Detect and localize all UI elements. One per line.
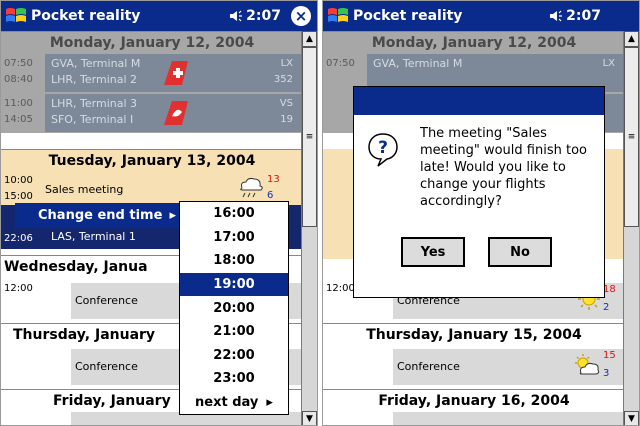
flight-dep-time: 07:50 [326, 58, 355, 69]
confirm-dialog: ? The meeting "Sales meeting" would fini… [353, 86, 605, 298]
day-header-monday: Monday, January 12, 2004 [323, 31, 625, 53]
flight-arr-time: 14:05 [4, 114, 33, 125]
event-end-time: 15:00 [4, 191, 33, 202]
flight-dep-time: 11:00 [4, 98, 33, 109]
flight-number: 352 [273, 74, 293, 85]
day-header-friday: Friday, January 16, 2004 [323, 389, 625, 411]
event-time: 12:00 [4, 283, 33, 294]
flight-from: GVA, Terminal M [373, 57, 463, 70]
scroll-thumb[interactable]: ≡ [302, 47, 317, 227]
scroll-down-button[interactable]: ▼ [302, 411, 317, 425]
cloud-rain-icon [240, 177, 263, 198]
flight-block: GVA, Terminal M LHR, Terminal 2 LX 352 [45, 54, 303, 92]
dialog-title-bar [354, 87, 604, 115]
submenu-item[interactable]: 18:00 [180, 249, 288, 273]
title-bar: Pocket reality 2:07 [323, 1, 639, 31]
flight-number: 19 [280, 114, 293, 125]
event-time: 12:00 [326, 283, 355, 294]
event-label: Sales meeting [45, 183, 124, 196]
speaker-icon [230, 10, 243, 22]
partly-cloudy-icon [575, 354, 600, 375]
day-header-monday: Monday, January 12, 2004 [1, 31, 303, 53]
no-button[interactable]: No [488, 237, 552, 267]
flight-to: LHR, Terminal 2 [51, 73, 138, 86]
yes-button[interactable]: Yes [401, 237, 465, 267]
event-block-partial [393, 412, 625, 425]
submenu-arrow-icon: ▸ [169, 208, 176, 223]
flight-airline: LX [602, 58, 615, 69]
submenu-item-next-day[interactable]: next day ▸ [180, 391, 288, 415]
close-button[interactable]: × [291, 6, 311, 26]
flight-to: SFO, Terminal I [51, 113, 134, 126]
scroll-down-button[interactable]: ▼ [624, 411, 639, 425]
submenu-item[interactable]: 23:00 [180, 367, 288, 391]
clock-time: 2:07 [566, 8, 601, 24]
clock-time: 2:07 [246, 8, 281, 24]
submenu-item[interactable]: 17:00 [180, 226, 288, 250]
scrollbar[interactable]: ▲ ≡ ▼ [301, 31, 317, 425]
submenu-item-selected[interactable]: 19:00 [180, 272, 288, 297]
swiss-tail-icon [164, 61, 188, 85]
temp-high: 13 [267, 174, 280, 185]
question-icon: ? [368, 133, 398, 167]
flight-airline: LX [280, 58, 293, 69]
scrollbar[interactable]: ▲ ≡ ▼ [623, 31, 639, 425]
svg-text:?: ? [378, 138, 388, 158]
right-screen: Pocket reality 2:07 Monday, January 12, … [322, 0, 640, 426]
temp-low: 6 [267, 190, 274, 201]
flight-row[interactable]: 07:50 08:40 GVA, Terminal M LHR, Termina… [1, 53, 303, 93]
flight-arr-time: 08:40 [4, 74, 33, 85]
flight-from: LHR, Terminal 3 [51, 97, 138, 110]
flight-arr-time: 22:06 [4, 233, 33, 244]
scroll-up-button[interactable]: ▲ [624, 31, 639, 47]
clock[interactable]: 2:07 [549, 8, 601, 24]
flight-from: GVA, Terminal M [51, 57, 141, 70]
submenu-item[interactable]: 22:00 [180, 344, 288, 368]
menu-item-label: Change end time [38, 208, 163, 223]
flight-to: LAS, Terminal 1 [51, 230, 136, 243]
scroll-up-button[interactable]: ▲ [302, 31, 317, 47]
left-screen: Pocket reality 2:07 × Monday, January 12… [0, 0, 318, 426]
windows-flag-icon[interactable] [1, 1, 31, 31]
day-header-tuesday: Tuesday, January 13, 2004 [1, 149, 303, 171]
submenu-item[interactable]: 16:00 [180, 202, 288, 226]
temp-low: 3 [603, 368, 610, 379]
menu-item-change-end-time[interactable]: Change end time ▸ [16, 204, 184, 227]
windows-flag-icon[interactable] [323, 1, 353, 31]
clock[interactable]: 2:07 [229, 8, 281, 24]
title-bar: Pocket reality 2:07 × [1, 1, 317, 31]
flight-airline: VS [279, 98, 293, 109]
submenu-item-label: next day [195, 395, 259, 411]
day-header-thursday: Thursday, January 15, 2004 [323, 323, 625, 345]
temp-low: 2 [603, 302, 610, 313]
speaker-icon [550, 10, 563, 22]
time-submenu: 16:00 17:00 18:00 19:00 20:00 21:00 22:0… [179, 201, 289, 415]
event-row-sales[interactable]: 10:00 15:00 Sales meeting 13 6 [1, 171, 303, 205]
app-title: Pocket reality [31, 8, 141, 24]
app-title: Pocket reality [353, 8, 463, 24]
flight-dep-time: 07:50 [4, 58, 33, 69]
flight-row[interactable]: 11:00 14:05 LHR, Terminal 3 SFO, Termina… [1, 93, 303, 133]
context-menu: Change end time ▸ [15, 203, 185, 228]
event-start-time: 10:00 [4, 175, 33, 186]
flight-block: LHR, Terminal 3 SFO, Terminal I VS 19 [45, 94, 303, 132]
dialog-message: The meeting "Sales meeting" would finish… [420, 126, 587, 209]
virgin-tail-icon [164, 101, 188, 125]
submenu-arrow-icon: ▸ [266, 395, 273, 411]
scroll-thumb[interactable]: ≡ [624, 47, 639, 227]
event-row-conference[interactable]: Conference 15 3 [323, 349, 625, 389]
temp-high: 15 [603, 350, 616, 361]
submenu-item[interactable]: 21:00 [180, 320, 288, 344]
submenu-item[interactable]: 20:00 [180, 296, 288, 320]
